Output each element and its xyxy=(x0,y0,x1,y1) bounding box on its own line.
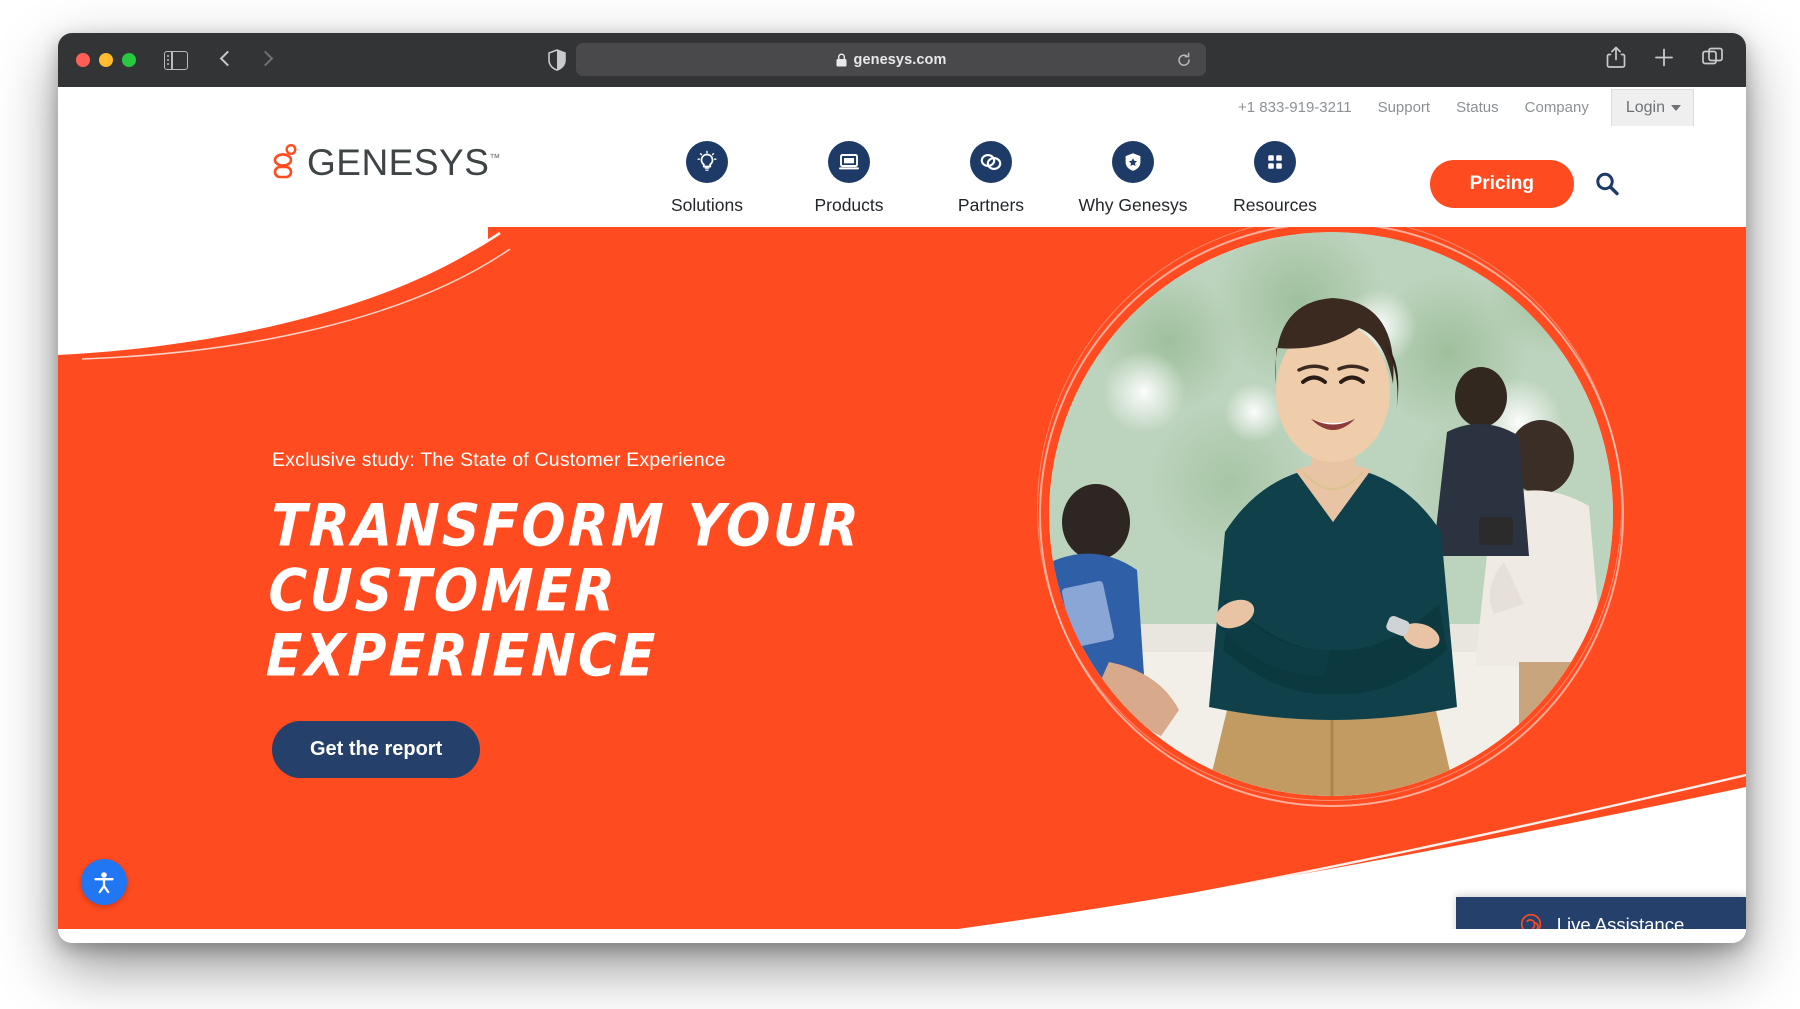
utility-bar: +1 833-919-3211 Support Status Company L… xyxy=(58,87,1746,127)
login-label: Login xyxy=(1625,98,1665,116)
new-tab-button[interactable] xyxy=(1654,48,1674,73)
nav-item-products[interactable]: Products xyxy=(795,141,903,216)
live-assistance-label: Live Assistance xyxy=(1556,914,1685,929)
search-button[interactable] xyxy=(1592,169,1622,199)
shield-star-icon xyxy=(1125,153,1141,171)
genesys-logo[interactable]: GENESYS™ xyxy=(273,143,501,181)
address-bar[interactable]: genesys.com xyxy=(576,43,1206,76)
close-window-button[interactable] xyxy=(76,53,90,67)
headset-icon xyxy=(1520,913,1541,929)
nav-label-resources: Resources xyxy=(1233,195,1317,215)
hero-section: Exclusive study: The State of Customer E… xyxy=(58,227,1746,929)
browser-toolbar: genesys.com xyxy=(58,33,1746,87)
photo-ring-accent xyxy=(960,227,1699,878)
utility-link-company[interactable]: Company xyxy=(1525,100,1589,115)
pricing-button[interactable]: Pricing xyxy=(1429,160,1574,208)
share-icon xyxy=(1606,46,1626,68)
search-icon xyxy=(1596,172,1619,196)
tab-overview-icon xyxy=(1702,47,1723,65)
sidebar-icon[interactable] xyxy=(164,50,188,70)
chevron-down-icon xyxy=(1671,104,1681,111)
accessibility-person-icon xyxy=(94,872,114,894)
nav-label-partners: Partners xyxy=(957,195,1025,215)
phone-link[interactable]: +1 833-919-3211 xyxy=(1238,100,1352,115)
forward-button[interactable] xyxy=(254,47,280,73)
nav-item-partners[interactable]: Partners xyxy=(937,141,1045,216)
reload-button[interactable] xyxy=(1176,52,1192,68)
chevron-right-icon xyxy=(257,50,274,67)
nav-item-solutions[interactable]: Solutions xyxy=(653,141,761,216)
screenshot-root: genesys.com +1 833-919-3211 Support Stat… xyxy=(0,0,1800,1009)
hero-eyebrow: Exclusive study: The State of Customer E… xyxy=(272,449,726,471)
window-traffic-lights xyxy=(76,53,136,67)
lock-icon xyxy=(836,53,847,67)
tab-overview-button[interactable] xyxy=(1702,47,1724,73)
reload-icon xyxy=(1178,52,1190,66)
share-button[interactable] xyxy=(1606,46,1626,74)
nav-item-resources[interactable]: Resources xyxy=(1221,141,1329,216)
logo-trademark: ™ xyxy=(489,152,501,165)
webpage: +1 833-919-3211 Support Status Company L… xyxy=(58,87,1746,943)
nav-label-solutions: Solutions xyxy=(671,195,743,215)
chevron-left-icon xyxy=(219,50,236,67)
privacy-report-button[interactable] xyxy=(548,49,566,71)
lightbulb-icon xyxy=(697,150,717,171)
main-navigation: GENESYS™ Solutions Products Partners Why… xyxy=(58,127,1746,227)
url-text: genesys.com xyxy=(853,51,947,68)
browser-window: genesys.com +1 833-919-3211 Support Stat… xyxy=(58,33,1746,943)
laptop-icon xyxy=(839,154,859,170)
nav-items: Solutions Products Partners Why Genesys … xyxy=(653,141,1329,216)
live-assistance-button[interactable]: Live Assistance xyxy=(1456,897,1746,929)
hero-headline-line2: Customer Experience xyxy=(265,558,659,691)
get-the-report-button[interactable]: Get the report xyxy=(272,720,481,778)
hero-copy: Exclusive study: The State of Customer E… xyxy=(265,449,912,778)
hero-headline: Transform Your Customer Experience xyxy=(265,492,912,691)
grid-dots-icon xyxy=(1268,155,1282,169)
minimize-window-button[interactable] xyxy=(99,53,113,67)
plus-icon xyxy=(1655,48,1673,67)
utility-link-status[interactable]: Status xyxy=(1456,100,1499,115)
nav-label-why-genesys: Why Genesys xyxy=(1078,195,1188,215)
logo-text: GENESYS xyxy=(307,142,490,183)
shield-icon xyxy=(548,49,566,71)
genesys-mark-icon xyxy=(273,143,299,181)
back-button[interactable] xyxy=(214,47,240,73)
utility-link-support[interactable]: Support xyxy=(1378,100,1431,115)
hero-photo xyxy=(960,227,1699,878)
accessibility-widget-button[interactable] xyxy=(81,859,127,905)
nav-item-why-genesys[interactable]: Why Genesys xyxy=(1079,141,1187,216)
toolbar-right-actions xyxy=(1606,46,1724,74)
linked-rings-icon xyxy=(980,154,1002,170)
login-menu[interactable]: Login xyxy=(1610,88,1694,126)
zoom-window-button[interactable] xyxy=(122,53,136,67)
hero-headline-line1: Transform Your xyxy=(269,492,863,561)
nav-label-products: Products xyxy=(814,195,884,215)
